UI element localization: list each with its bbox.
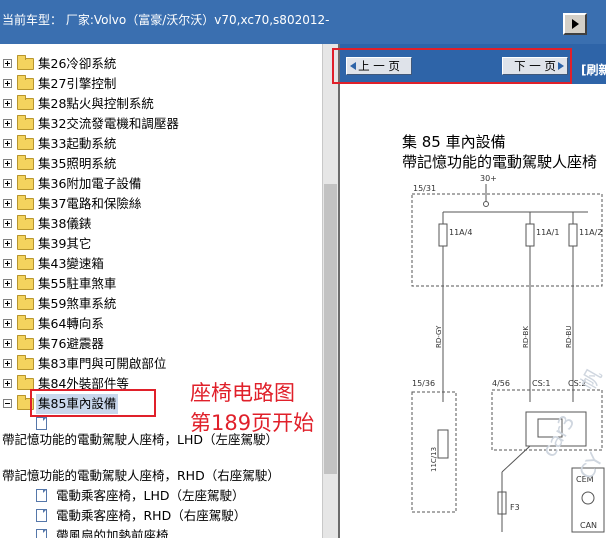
expand-plus-icon[interactable]	[3, 359, 12, 368]
expand-plus-icon[interactable]	[3, 159, 12, 168]
tree-folder-label: 集39其它	[38, 236, 92, 251]
expand-plus-icon[interactable]	[3, 179, 12, 188]
collapse-minus-icon[interactable]	[3, 399, 12, 408]
expand-plus-icon[interactable]	[3, 199, 12, 208]
tree-folder-label: 集38儀錶	[38, 216, 92, 231]
annotation-highlight-box	[30, 389, 156, 417]
fuse-label-2: 11A/1	[536, 228, 559, 237]
tree-group-label: 帶記憶功能的電動駕駛人座椅，RHD（右座駕駛）	[2, 468, 280, 483]
annotation-line-2: 第189页开始	[190, 411, 315, 435]
supply-label: 30+	[480, 174, 497, 183]
tree-folder-label: 集35照明系統	[38, 156, 117, 171]
tree-folder-label: 集26冷卻系統	[38, 56, 117, 71]
wire-label-2: RD-BK	[522, 326, 530, 348]
fuse-label-1: 11A/4	[449, 228, 472, 237]
expand-plus-icon[interactable]	[3, 299, 12, 308]
folder-icon	[17, 75, 34, 90]
tree-folder-label: 集59煞車系統	[38, 296, 117, 311]
tree-leaf-label: 電動乘客座椅，RHD（右座駕駛）	[56, 508, 247, 523]
wire-label-1: RD-GY	[435, 325, 443, 348]
tree-folder-label: 集33起動系統	[38, 136, 117, 151]
document-icon	[36, 417, 47, 430]
folder-icon	[17, 295, 34, 310]
document-viewer: 上 一 页 下 一 页 [刷新 集 85 車內設備 帶記憶功能的電動駕駛人座椅	[332, 44, 606, 538]
expand-plus-icon[interactable]	[3, 279, 12, 288]
current-model-title: 当前车型： 厂家:Volvo（富豪/沃尔沃）v70,xc70,s802012-	[2, 13, 330, 27]
document-icon	[36, 489, 47, 502]
expand-plus-icon[interactable]	[3, 239, 12, 248]
tree-folder-label: 集27引擎控制	[38, 76, 117, 91]
document-subtitle: 帶記憶功能的電動駕駛人座椅	[402, 153, 598, 171]
document-icon	[36, 509, 47, 522]
expand-plus-icon[interactable]	[3, 339, 12, 348]
document-title: 集 85 車內設備	[402, 133, 506, 151]
folder-icon	[17, 55, 34, 70]
expand-plus-icon[interactable]	[3, 119, 12, 128]
tree-folder-label: 集64轉向系	[38, 316, 104, 331]
folder-icon	[17, 315, 34, 330]
folder-icon	[17, 95, 34, 110]
folder-icon	[17, 215, 34, 230]
fuse-lower-label: 11C/13	[430, 447, 438, 472]
can-label: CAN	[580, 521, 597, 530]
folder-icon	[17, 255, 34, 270]
title-bar: 当前车型： 厂家:Volvo（富豪/沃尔沃）v70,xc70,s802012-	[0, 0, 606, 44]
expand-plus-icon[interactable]	[3, 139, 12, 148]
expand-plus-icon[interactable]	[3, 99, 12, 108]
wiring-diagram: 30+ 15/31 11A/4 11A/1 11A/2 15/36 4/56 C…	[411, 174, 605, 533]
chapter-tree: 集26冷卻系統 集27引擎控制集28點火與控制系統集32交流發電機和調壓器 集33起…	[0, 44, 322, 538]
forward-arrow-button[interactable]	[563, 13, 587, 35]
expand-plus-icon[interactable]	[3, 79, 12, 88]
tree-folder-label: 集28點火與控制系統	[38, 96, 154, 111]
folder-icon	[17, 115, 34, 130]
annotation-line-1: 座椅电路图	[190, 381, 295, 405]
folder-icon	[17, 275, 34, 290]
expand-plus-icon[interactable]	[3, 219, 12, 228]
expand-plus-icon[interactable]	[3, 259, 12, 268]
tree-leaf-label: 帶風扇的加熱前座椅	[56, 528, 169, 538]
folder-icon	[17, 355, 34, 370]
folder-icon	[17, 135, 34, 150]
wire-label-3: RD-BU	[565, 326, 573, 348]
scrollbar-thumb[interactable]	[324, 184, 337, 474]
tree-scrollbar[interactable]	[322, 44, 338, 538]
tree-folder-label: 集36附加電子設備	[38, 176, 142, 191]
refresh-link[interactable]: [刷新	[581, 61, 606, 78]
tree-folder-label: 集55駐車煞車	[38, 276, 117, 291]
tree-folder-label: 集76避震器	[38, 336, 104, 351]
expand-plus-icon[interactable]	[3, 319, 12, 328]
connector-top-label: 15/31	[413, 184, 436, 193]
tree-folder-label: 集83車門與可開啟部位	[38, 356, 167, 371]
folder-icon	[17, 155, 34, 170]
fuse-label-3: 11A/2	[579, 228, 602, 237]
connector-mid-label: 4/56	[492, 379, 510, 388]
tree-folder-label: 集32交流發電機和調壓器	[38, 116, 179, 131]
fuse-f3-label: F3	[510, 503, 520, 512]
toolbar-highlight-box	[332, 48, 572, 84]
tree-folder-label: 集37電路和保險絲	[38, 196, 142, 211]
tree-folder-label: 集43變速箱	[38, 256, 104, 271]
folder-icon	[17, 335, 34, 350]
expand-plus-icon[interactable]	[3, 379, 12, 388]
folder-icon	[17, 195, 34, 210]
cs-label-1: CS:1	[532, 379, 550, 388]
folder-icon	[17, 175, 34, 190]
connector-left-label: 15/36	[412, 379, 435, 388]
expand-plus-icon[interactable]	[3, 59, 12, 68]
annotation-note: 座椅电路图 第189页开始	[190, 378, 314, 438]
document-icon	[36, 529, 47, 538]
tree-leaf-label: 電動乘客座椅，LHD（左座駕駛）	[56, 488, 245, 503]
folder-icon	[17, 235, 34, 250]
